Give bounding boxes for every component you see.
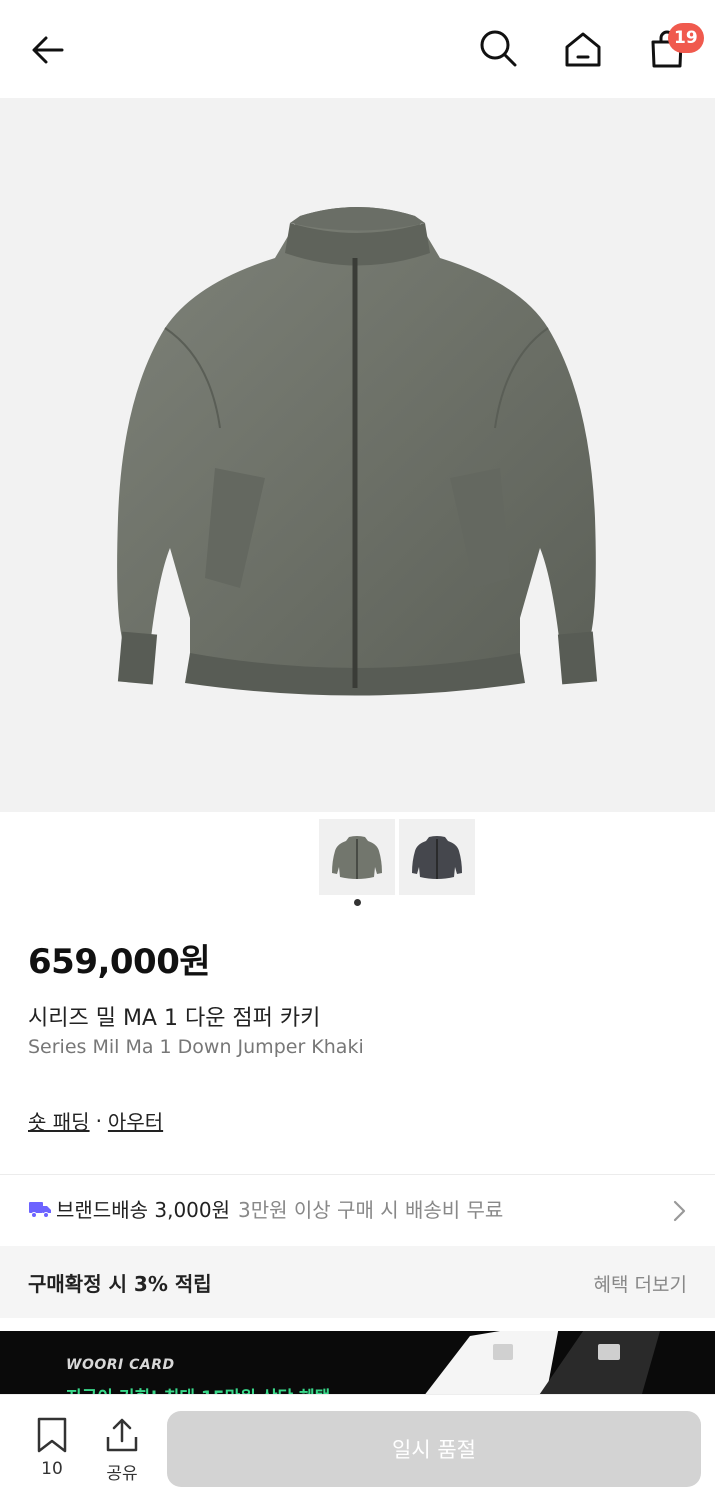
share-button[interactable]: 공유 xyxy=(98,1417,146,1484)
category-separator: · xyxy=(95,1108,102,1133)
top-bar: 19 xyxy=(0,0,715,98)
bookmark-count: 10 xyxy=(41,1459,63,1479)
product-price: 659,000원 xyxy=(28,942,211,982)
product-name-english: Series Mil Ma 1 Down Jumper Khaki xyxy=(28,1036,364,1058)
shipping-info-row[interactable]: 브랜드배송 3,000원 3만원 이상 구매 시 배송비 무료 xyxy=(28,1194,503,1223)
home-button[interactable] xyxy=(558,24,608,74)
category-link-outer[interactable]: 아우터 xyxy=(108,1106,163,1135)
search-icon xyxy=(480,30,517,67)
jacket-illustration xyxy=(117,207,598,696)
thumbnail-khaki[interactable] xyxy=(319,819,395,895)
bookmark-icon xyxy=(37,1417,67,1453)
gallery-page-indicator xyxy=(354,899,361,906)
benefit-row: 구매확정 시 3% 적립 혜택 더보기 xyxy=(0,1246,715,1318)
section-divider xyxy=(0,1174,715,1175)
credit-card-image xyxy=(420,1331,660,1401)
card-promo-banner[interactable]: WOORI CARD 지금이 기회! 최대 15만원 상당 혜택 xyxy=(0,1331,715,1401)
cart-count-badge: 19 xyxy=(668,23,704,53)
product-image[interactable] xyxy=(0,98,715,812)
benefit-more-link[interactable]: 혜택 더보기 xyxy=(594,1270,687,1297)
search-button[interactable] xyxy=(474,24,522,72)
product-name-korean: 시리즈 밀 MA 1 다운 점퍼 카키 xyxy=(28,1006,321,1031)
bottom-action-bar: 10 공유 일시 품절 xyxy=(0,1394,715,1500)
shipping-fee: 브랜드배송 3,000원 xyxy=(56,1198,231,1222)
bookmark-button[interactable]: 10 xyxy=(28,1417,76,1479)
thumbnail-strip xyxy=(319,819,475,895)
arrow-left-icon xyxy=(32,36,64,64)
category-link-short-padding[interactable]: 숏 패딩 xyxy=(28,1106,90,1135)
jacket-thumbnail-charcoal-icon xyxy=(412,836,462,879)
back-button[interactable] xyxy=(22,26,74,74)
sold-out-button[interactable]: 일시 품절 xyxy=(167,1411,701,1487)
category-breadcrumb: 숏 패딩 · 아우터 xyxy=(28,1106,163,1135)
share-icon xyxy=(106,1418,138,1452)
jacket-thumbnail-khaki-icon xyxy=(332,836,382,879)
thumbnail-charcoal[interactable] xyxy=(399,819,475,895)
share-label: 공유 xyxy=(106,1464,138,1484)
truck-icon xyxy=(29,1201,51,1218)
shipping-free-note: 3만원 이상 구매 시 배송비 무료 xyxy=(238,1198,504,1222)
home-icon xyxy=(565,32,601,67)
benefit-title: 구매확정 시 3% 적립 xyxy=(28,1272,212,1296)
chevron-right-icon xyxy=(668,1198,690,1228)
